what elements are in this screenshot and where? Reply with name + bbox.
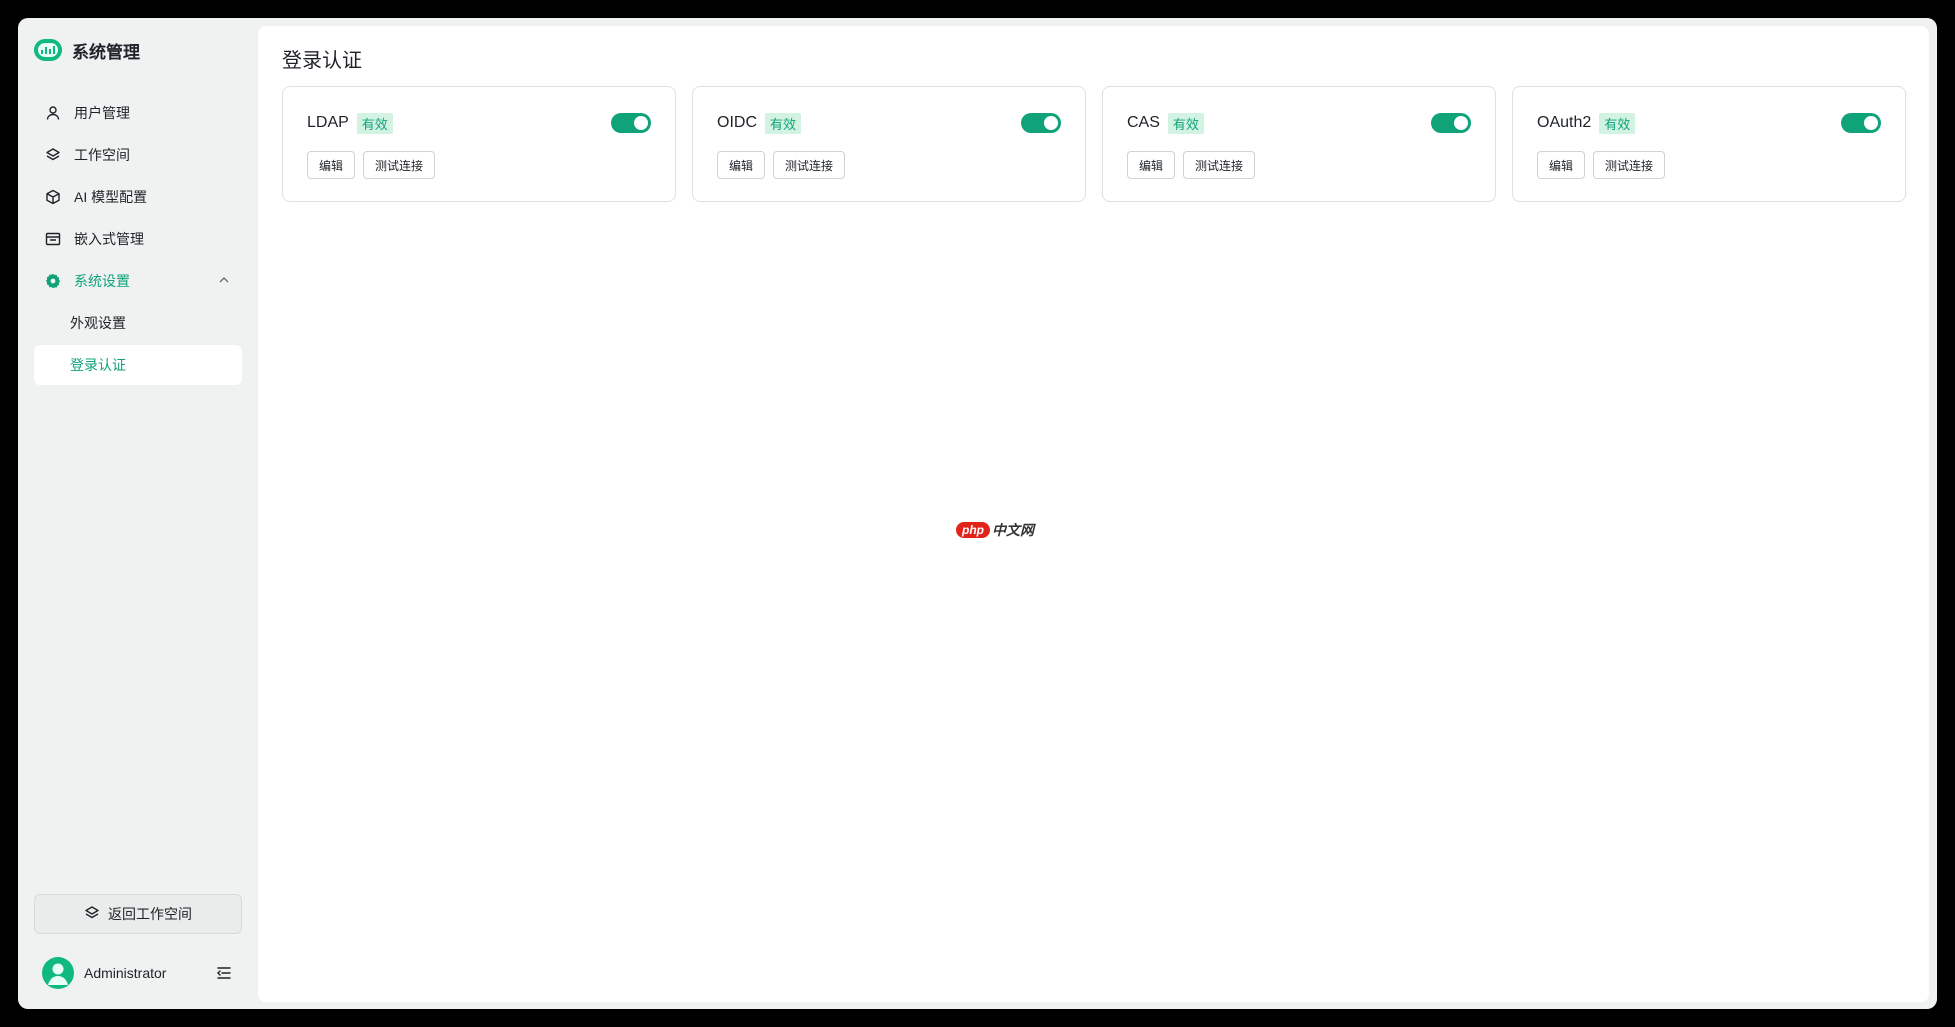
main-content: 登录认证 LDAP 有效 编辑 测试连接 OIDC 有效 编辑 测试连接 CAS… (258, 26, 1929, 1002)
chevron-up-icon (218, 273, 230, 289)
app-window: 系统管理 用户管理 工作空间 AI 模型配置 嵌入式管理 系统设置 外观设置 登… (18, 18, 1937, 1009)
brand: 系统管理 (34, 36, 140, 64)
auth-card-list: LDAP 有效 编辑 测试连接 OIDC 有效 编辑 测试连接 CAS 有效 编… (282, 86, 1906, 202)
watermark-suffix: 中文网 (992, 522, 1034, 538)
auth-card-name: LDAP (307, 114, 349, 131)
sidebar-item-label: 嵌入式管理 (74, 231, 144, 247)
edit-button[interactable]: 编辑 (1537, 151, 1586, 179)
cube-icon (44, 188, 62, 206)
sidebar-item-appearance[interactable]: 外观设置 (34, 303, 242, 343)
auth-card-name: OIDC (717, 114, 757, 131)
sidebar-item-embedded[interactable]: 嵌入式管理 (34, 219, 242, 259)
sidebar-nav: 用户管理 工作空间 AI 模型配置 嵌入式管理 系统设置 外观设置 登录认证 (34, 93, 242, 387)
app-title: 系统管理 (72, 42, 140, 62)
sidebar: 系统管理 用户管理 工作空间 AI 模型配置 嵌入式管理 系统设置 外观设置 登… (18, 18, 258, 1009)
sidebar-item-label: 工作空间 (74, 147, 130, 163)
collapse-sidebar-icon[interactable] (214, 963, 234, 983)
edit-button[interactable]: 编辑 (307, 151, 356, 179)
auth-card-oidc: OIDC 有效 编辑 测试连接 (692, 86, 1086, 202)
auth-card-name: CAS (1127, 114, 1160, 131)
user-profile: Administrator (42, 956, 234, 990)
watermark: php 中文网 (956, 520, 1034, 540)
enable-toggle[interactable] (1841, 113, 1881, 133)
test-connection-button[interactable]: 测试连接 (773, 151, 846, 179)
edit-button[interactable]: 编辑 (717, 151, 766, 179)
user-name: Administrator (84, 965, 167, 981)
app-logo-icon (34, 39, 62, 61)
enable-toggle[interactable] (1021, 113, 1061, 133)
sidebar-item-system-settings[interactable]: 系统设置 (34, 261, 242, 301)
window-icon (44, 230, 62, 248)
sidebar-item-label: 系统设置 (74, 273, 130, 289)
auth-card-cas: CAS 有效 编辑 测试连接 (1102, 86, 1496, 202)
page-title: 登录认证 (282, 50, 362, 72)
back-button-label: 返回工作空间 (108, 906, 192, 922)
back-to-workspace-button[interactable]: 返回工作空间 (34, 894, 242, 934)
status-badge: 有效 (765, 112, 802, 134)
enable-toggle[interactable] (1431, 113, 1471, 133)
avatar[interactable] (42, 957, 74, 989)
status-badge: 有效 (356, 112, 393, 134)
auth-card-oauth2: OAuth2 有效 编辑 测试连接 (1512, 86, 1906, 202)
test-connection-button[interactable]: 测试连接 (1183, 151, 1256, 179)
test-connection-button[interactable]: 测试连接 (1593, 151, 1666, 179)
watermark-brand: php (956, 522, 990, 538)
layers-icon (44, 146, 62, 164)
edit-button[interactable]: 编辑 (1127, 151, 1176, 179)
sidebar-item-label: AI 模型配置 (74, 189, 148, 205)
enable-toggle[interactable] (611, 113, 651, 133)
layers-icon (84, 905, 100, 924)
sidebar-item-workspace[interactable]: 工作空间 (34, 135, 242, 175)
test-connection-button[interactable]: 测试连接 (363, 151, 436, 179)
sidebar-item-users[interactable]: 用户管理 (34, 93, 242, 133)
status-badge: 有效 (1167, 112, 1204, 134)
user-icon (44, 104, 62, 122)
sidebar-item-label: 用户管理 (74, 105, 130, 121)
gear-icon (44, 272, 62, 290)
status-badge: 有效 (1599, 112, 1636, 134)
auth-card-ldap: LDAP 有效 编辑 测试连接 (282, 86, 676, 202)
sidebar-item-login-auth[interactable]: 登录认证 (34, 345, 242, 385)
sidebar-item-ai-model[interactable]: AI 模型配置 (34, 177, 242, 217)
auth-card-name: OAuth2 (1537, 114, 1592, 131)
